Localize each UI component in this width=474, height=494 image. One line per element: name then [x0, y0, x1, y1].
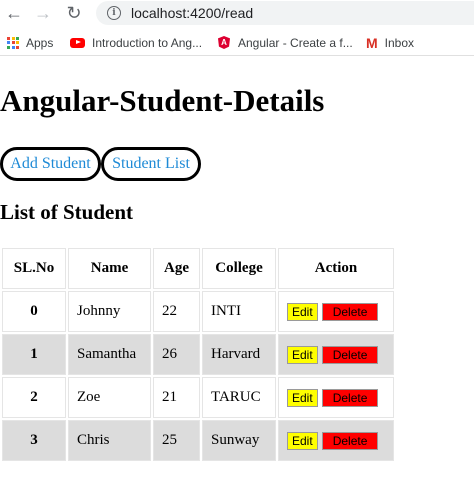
forward-arrow-icon[interactable]: →	[33, 3, 53, 23]
cell-age: 21	[153, 377, 200, 418]
bookmark-label: Apps	[26, 35, 54, 50]
delete-button[interactable]: Delete	[321, 431, 379, 450]
header-name: Name	[68, 248, 151, 289]
table-header-row: SL.No Name Age College Action	[2, 248, 394, 289]
delete-button[interactable]: Delete	[321, 388, 379, 407]
cell-sl-no: 1	[2, 334, 66, 375]
cell-name: Zoe	[68, 377, 151, 418]
cell-sl-no: 2	[2, 377, 66, 418]
header-college: College	[202, 248, 276, 289]
cell-name: Samantha	[68, 334, 151, 375]
browser-toolbar: ← → ↻ i localhost:4200/read	[0, 0, 474, 26]
student-table: SL.No Name Age College Action 0 Johnny 2…	[0, 246, 396, 463]
cell-age: 26	[153, 334, 200, 375]
reload-icon[interactable]: ↻	[64, 3, 84, 23]
site-info-icon[interactable]: i	[107, 6, 121, 20]
apps-grid-icon	[7, 36, 19, 49]
header-age: Age	[153, 248, 200, 289]
youtube-icon	[70, 37, 85, 48]
cell-sl-no: 3	[2, 420, 66, 461]
cell-action: Edit Delete	[278, 334, 394, 375]
table-row: 3 Chris 25 Sunway Edit Delete	[2, 420, 394, 461]
cell-college: TARUC	[202, 377, 276, 418]
student-list-link[interactable]: Student List	[101, 147, 201, 181]
address-bar[interactable]: i localhost:4200/read	[96, 1, 474, 25]
bookmark-label: Angular - Create a f...	[238, 35, 353, 50]
bookmark-label: Inbox	[384, 35, 415, 50]
table-row: 0 Johnny 22 INTI Edit Delete	[2, 291, 394, 332]
angular-icon: A	[218, 36, 230, 49]
bookmark-introduction[interactable]: Introduction to Ang...	[70, 36, 202, 50]
cell-name: Chris	[68, 420, 151, 461]
delete-button[interactable]: Delete	[321, 345, 379, 364]
bookmark-angular[interactable]: A Angular - Create a f...	[218, 36, 353, 50]
edit-button[interactable]: Edit	[287, 345, 318, 364]
cell-action: Edit Delete	[278, 420, 394, 461]
cell-action: Edit Delete	[278, 377, 394, 418]
bookmark-apps[interactable]: Apps	[7, 36, 53, 50]
cell-age: 25	[153, 420, 200, 461]
back-arrow-icon[interactable]: ←	[4, 3, 24, 23]
cell-college: Harvard	[202, 334, 276, 375]
header-sl-no: SL.No	[2, 248, 66, 289]
list-title: List of Student	[0, 200, 134, 224]
bookmark-inbox[interactable]: M Inbox	[366, 36, 414, 50]
cell-action: Edit Delete	[278, 291, 394, 332]
table-row: 2 Zoe 21 TARUC Edit Delete	[2, 377, 394, 418]
gmail-icon: M	[366, 34, 378, 51]
bookmark-label: Introduction to Ang...	[92, 35, 203, 50]
page-title: Angular-Student-Details	[0, 83, 325, 118]
bookmarks-bar: Apps Introduction to Ang... A Angular - …	[0, 30, 474, 56]
add-student-link[interactable]: Add Student	[0, 147, 101, 181]
edit-button[interactable]: Edit	[287, 302, 318, 321]
cell-sl-no: 0	[2, 291, 66, 332]
table-row: 1 Samantha 26 Harvard Edit Delete	[2, 334, 394, 375]
edit-button[interactable]: Edit	[287, 431, 318, 450]
header-action: Action	[278, 248, 394, 289]
cell-college: Sunway	[202, 420, 276, 461]
cell-college: INTI	[202, 291, 276, 332]
delete-button[interactable]: Delete	[321, 302, 379, 321]
edit-button[interactable]: Edit	[287, 388, 318, 407]
cell-age: 22	[153, 291, 200, 332]
cell-name: Johnny	[68, 291, 151, 332]
url-text: localhost:4200/read	[131, 5, 254, 21]
